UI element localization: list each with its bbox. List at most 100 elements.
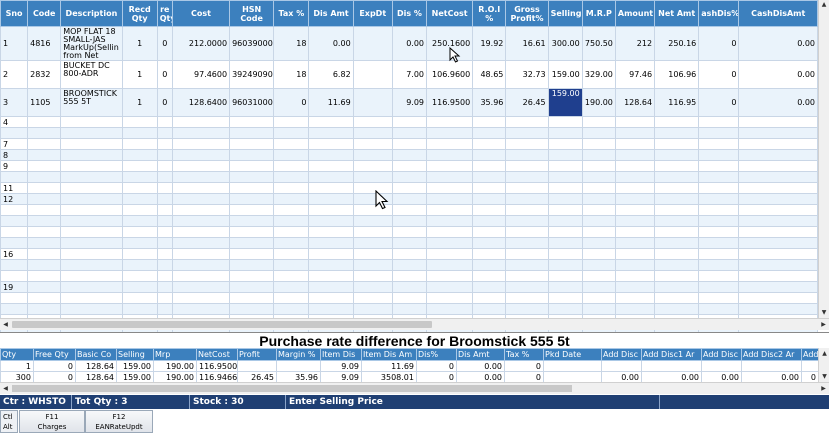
- cell-tax[interactable]: 18: [273, 60, 310, 89]
- empty-cell[interactable]: [581, 160, 616, 172]
- empty-cell[interactable]: [27, 182, 62, 194]
- empty-cell[interactable]: [505, 193, 549, 205]
- col-header-code[interactable]: Code: [27, 0, 62, 27]
- empty-cell[interactable]: [391, 127, 428, 139]
- empty-cell[interactable]: [738, 303, 818, 315]
- lower-horizontal-scrollbar[interactable]: ◀ ▶: [0, 382, 829, 394]
- cell-net-amt[interactable]: 106.96: [654, 60, 700, 89]
- col-header-cashdis-pct[interactable]: ashDis%: [698, 0, 740, 27]
- empty-cell[interactable]: [156, 204, 173, 216]
- empty-cell[interactable]: [391, 116, 428, 128]
- cell-sno[interactable]: [0, 270, 29, 282]
- table-row[interactable]: [0, 237, 818, 249]
- cell-code[interactable]: 4816: [27, 26, 62, 61]
- cell-mrp[interactable]: 190.00: [581, 88, 616, 117]
- empty-cell[interactable]: [472, 182, 507, 194]
- cell-tax[interactable]: 18: [273, 26, 310, 61]
- empty-cell[interactable]: [614, 193, 656, 205]
- cell-sno[interactable]: 12: [0, 193, 29, 205]
- empty-cell[interactable]: [472, 270, 507, 282]
- cell-cashdis-pct[interactable]: 0: [698, 26, 740, 61]
- lower-cell[interactable]: 0.00: [601, 371, 642, 383]
- empty-cell[interactable]: [425, 171, 474, 183]
- empty-cell[interactable]: [614, 138, 656, 150]
- cell-sno[interactable]: [0, 303, 29, 315]
- empty-cell[interactable]: [547, 237, 583, 249]
- empty-cell[interactable]: [171, 237, 231, 249]
- empty-cell[interactable]: [654, 182, 700, 194]
- empty-cell[interactable]: [472, 237, 507, 249]
- empty-cell[interactable]: [581, 270, 616, 282]
- lower-cell[interactable]: 0: [33, 360, 76, 372]
- empty-cell[interactable]: [738, 127, 818, 139]
- empty-cell[interactable]: [171, 193, 231, 205]
- empty-cell[interactable]: [738, 193, 818, 205]
- col-header-gross-profit[interactable]: Gross Profit%: [505, 0, 549, 27]
- empty-cell[interactable]: [27, 160, 62, 172]
- empty-cell[interactable]: [614, 248, 656, 260]
- empty-cell[interactable]: [547, 138, 583, 150]
- empty-cell[interactable]: [505, 303, 549, 315]
- scroll-up-icon[interactable]: ▲: [819, 348, 829, 359]
- empty-cell[interactable]: [581, 259, 616, 271]
- cell-sno[interactable]: 16: [0, 248, 29, 260]
- empty-cell[interactable]: [698, 204, 740, 216]
- empty-cell[interactable]: [229, 160, 275, 172]
- empty-cell[interactable]: [698, 138, 740, 150]
- empty-cell[interactable]: [352, 270, 393, 282]
- cell-description[interactable]: BROOMSTICK 555 5T: [60, 88, 123, 117]
- empty-cell[interactable]: [273, 116, 310, 128]
- cell-recd-qty[interactable]: 1: [121, 88, 158, 117]
- empty-cell[interactable]: [156, 259, 173, 271]
- empty-cell[interactable]: [505, 204, 549, 216]
- table-row[interactable]: [0, 303, 818, 315]
- empty-cell[interactable]: [171, 303, 231, 315]
- empty-cell[interactable]: [738, 248, 818, 260]
- lower-cell[interactable]: [237, 360, 277, 372]
- cell-expdt[interactable]: [352, 88, 393, 117]
- lower-col-mrp[interactable]: Mrp: [153, 348, 197, 361]
- empty-cell[interactable]: [229, 127, 275, 139]
- lower-cell[interactable]: 0.00: [456, 371, 505, 383]
- cell-dis-amt[interactable]: 0.00: [308, 26, 354, 61]
- lower-col-pkd-date[interactable]: Pkd Date: [543, 348, 602, 361]
- empty-cell[interactable]: [698, 237, 740, 249]
- empty-cell[interactable]: [391, 193, 428, 205]
- lower-cell[interactable]: 116.9466: [196, 371, 238, 383]
- empty-cell[interactable]: [505, 292, 549, 304]
- empty-cell[interactable]: [27, 270, 62, 282]
- lower-col-dis-amt[interactable]: Dis Amt: [456, 348, 505, 361]
- cell-description[interactable]: MOP FLAT 18 SMALL-JAS MarkUp(Sellin from…: [60, 26, 123, 61]
- empty-cell[interactable]: [505, 182, 549, 194]
- lower-cell[interactable]: 0.00: [701, 371, 742, 383]
- table-row[interactable]: [0, 171, 818, 183]
- empty-cell[interactable]: [273, 127, 310, 139]
- cell-recd-qty[interactable]: 1: [121, 26, 158, 61]
- cell-gross-profit[interactable]: 32.73: [505, 60, 549, 89]
- empty-cell[interactable]: [698, 127, 740, 139]
- empty-cell[interactable]: [121, 149, 158, 161]
- empty-cell[interactable]: [60, 127, 123, 139]
- cell-net-amt[interactable]: 116.95: [654, 88, 700, 117]
- empty-cell[interactable]: [654, 281, 700, 293]
- empty-cell[interactable]: [171, 182, 231, 194]
- empty-cell[interactable]: [60, 292, 123, 304]
- empty-cell[interactable]: [229, 248, 275, 260]
- empty-cell[interactable]: [308, 204, 354, 216]
- empty-cell[interactable]: [391, 237, 428, 249]
- empty-cell[interactable]: [156, 248, 173, 260]
- empty-cell[interactable]: [27, 281, 62, 293]
- lower-cell[interactable]: [276, 360, 321, 372]
- empty-cell[interactable]: [547, 193, 583, 205]
- empty-cell[interactable]: [273, 281, 310, 293]
- empty-cell[interactable]: [60, 303, 123, 315]
- lower-cell[interactable]: 159.00: [116, 371, 154, 383]
- empty-cell[interactable]: [472, 171, 507, 183]
- table-row[interactable]: 12: [0, 193, 818, 205]
- cell-dis-pct[interactable]: 7.00: [391, 60, 428, 89]
- empty-cell[interactable]: [121, 182, 158, 194]
- empty-cell[interactable]: [505, 226, 549, 238]
- empty-cell[interactable]: [738, 116, 818, 128]
- empty-cell[interactable]: [156, 182, 173, 194]
- empty-cell[interactable]: [472, 138, 507, 150]
